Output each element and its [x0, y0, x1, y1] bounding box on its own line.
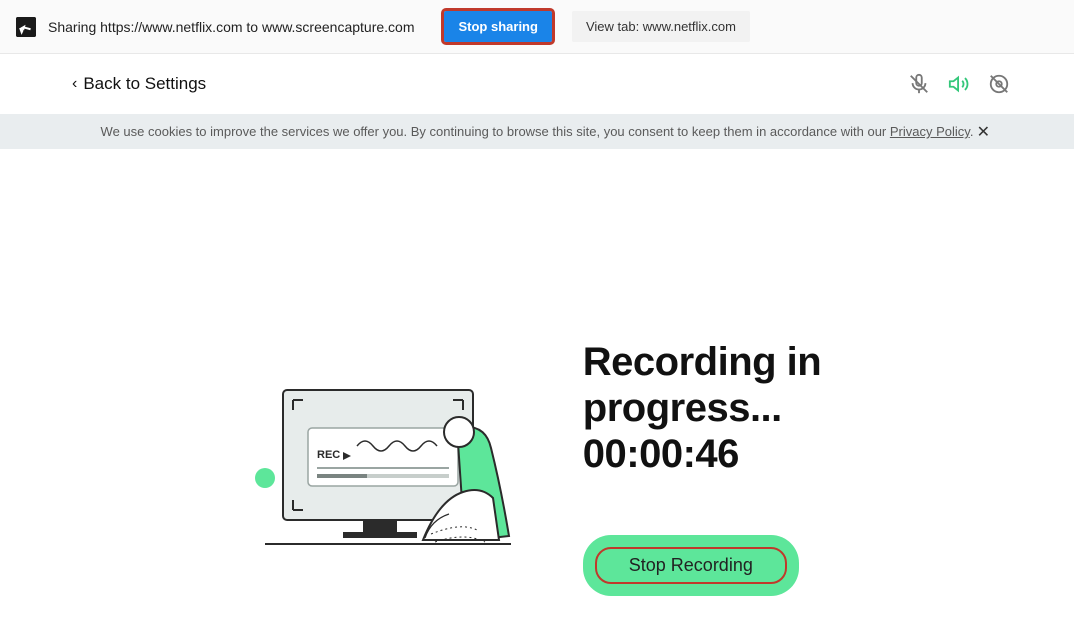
recording-timer: 00:00:46	[583, 432, 739, 476]
header-icons	[908, 73, 1010, 95]
stop-recording-label: Stop Recording	[583, 535, 799, 596]
app-header: ‹ Back to Settings	[0, 54, 1074, 114]
screen-share-text: Sharing https://www.netflix.com to www.s…	[48, 19, 414, 35]
screen-share-icon	[16, 17, 36, 37]
microphone-off-icon[interactable]	[908, 73, 930, 95]
cookie-text-before: We use cookies to improve the services w…	[101, 124, 890, 139]
heading-line-2: progress...	[583, 386, 782, 430]
privacy-policy-link[interactable]: Privacy Policy	[890, 124, 970, 139]
stop-sharing-button[interactable]: Stop sharing	[444, 11, 551, 42]
recording-illustration: REC	[253, 368, 523, 568]
heading-line-1: Recording in	[583, 340, 821, 384]
recording-heading: Recording in progress... 00:00:46	[583, 339, 821, 477]
cookie-text: We use cookies to improve the services w…	[101, 124, 974, 139]
camera-off-icon[interactable]	[988, 73, 1010, 95]
back-label: Back to Settings	[83, 74, 206, 94]
close-icon[interactable]: ✕	[977, 122, 990, 142]
chevron-left-icon: ‹	[72, 76, 77, 92]
sound-on-icon[interactable]	[948, 73, 970, 95]
recording-status: Recording in progress... 00:00:46 Stop R…	[583, 339, 821, 596]
recording-main: REC Recording in progress... 00:00:46	[0, 149, 1074, 596]
cookie-notice: We use cookies to improve the services w…	[0, 114, 1074, 149]
back-to-settings-link[interactable]: ‹ Back to Settings	[72, 74, 206, 94]
cookie-text-after: .	[970, 124, 974, 139]
stop-recording-button[interactable]: Stop Recording	[583, 535, 799, 596]
view-tab-button[interactable]: View tab: www.netflix.com	[572, 11, 750, 42]
svg-text:REC: REC	[317, 449, 340, 461]
screen-share-bar: Sharing https://www.netflix.com to www.s…	[0, 0, 1074, 54]
